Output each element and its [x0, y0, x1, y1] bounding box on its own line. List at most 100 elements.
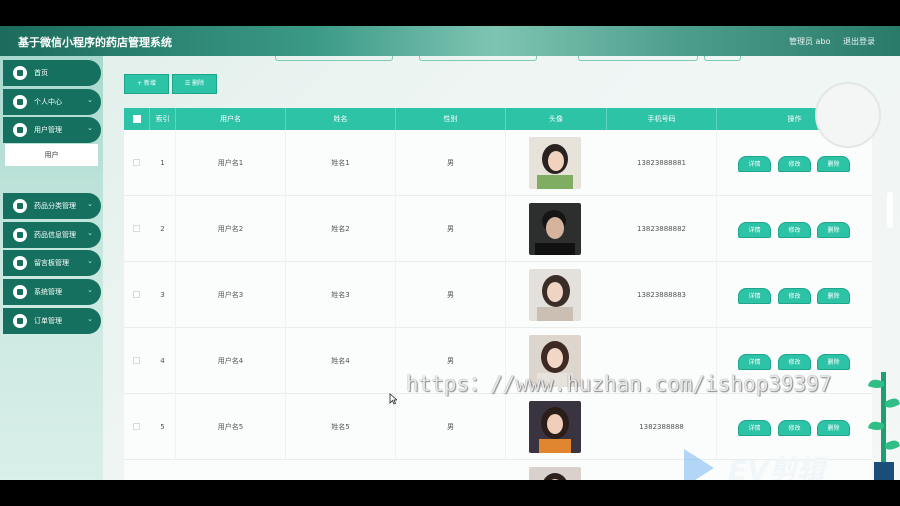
- batch-delete-button[interactable]: ☰ 删除: [172, 74, 217, 94]
- avatar: [529, 269, 581, 321]
- detail-button[interactable]: 详情: [738, 288, 771, 304]
- app-title: 基于微信小程序的药店管理系统: [18, 36, 172, 49]
- detail-button[interactable]: 详情: [738, 156, 771, 172]
- table-row: 1 用户名1 姓名1 男 13823888881 详情 修改 删除: [124, 130, 872, 196]
- select-all-checkbox[interactable]: [133, 115, 141, 123]
- clock-decoration: [815, 82, 881, 148]
- delete-button[interactable]: 删除: [817, 420, 850, 436]
- sidebar-item-messages[interactable]: 留言板管理 ⌄: [3, 250, 101, 276]
- chevron-down-icon: ⌄: [87, 286, 93, 294]
- cell-username: 用户名1: [176, 130, 286, 196]
- row-checkbox[interactable]: [133, 357, 140, 364]
- row-checkbox[interactable]: [133, 291, 140, 298]
- sidebar-item-users[interactable]: 用户管理 ⌄: [3, 117, 101, 143]
- main-content: + 新增 ☰ 删除 索引 用户名 姓名 性别 头像 手机号码 操作 1 用户名1…: [103, 56, 900, 480]
- cell-index: 5: [150, 394, 176, 460]
- search-button-edge: [704, 56, 741, 61]
- category-icon: [13, 199, 27, 213]
- sidebar-item-label: 系统管理: [34, 288, 62, 296]
- chevron-down-icon: ⌄: [87, 96, 93, 104]
- cell-phone: 13823888882: [607, 196, 717, 262]
- edit-button[interactable]: 修改: [778, 420, 811, 436]
- cell-name: 姓名5: [286, 394, 396, 460]
- sidebar-subitem-users[interactable]: 用户: [5, 144, 98, 166]
- cell-name: 姓名3: [286, 262, 396, 328]
- delete-button[interactable]: 删除: [817, 156, 850, 172]
- add-button[interactable]: + 新增: [124, 74, 169, 94]
- users-table: 索引 用户名 姓名 性别 头像 手机号码 操作 1 用户名1 姓名1 男 138…: [124, 108, 872, 480]
- delete-button[interactable]: 删除: [817, 222, 850, 238]
- search-field-edge: [419, 56, 537, 61]
- sidebar-item-system[interactable]: 系统管理 ⌄: [3, 279, 101, 305]
- sidebar-item-label: 订单管理: [34, 317, 62, 325]
- detail-button[interactable]: 详情: [738, 420, 771, 436]
- sidebar-item-label: 药品分类管理: [34, 202, 76, 210]
- chart-icon: [13, 228, 27, 242]
- cell-name: 姓名2: [286, 196, 396, 262]
- cell-username: 用户名2: [176, 196, 286, 262]
- sidebar-item-home[interactable]: 首页: [3, 60, 101, 86]
- admin-label: 管理员 abo: [789, 37, 831, 46]
- cell-gender: 男: [396, 262, 506, 328]
- cell-username: 用户名5: [176, 394, 286, 460]
- cell-name: 姓名4: [286, 328, 396, 394]
- top-header: 基于微信小程序的药店管理系统 管理员 abo 退出登录: [0, 26, 900, 56]
- header-index: 索引: [150, 108, 176, 130]
- avatar: [529, 467, 581, 480]
- edit-button[interactable]: 修改: [778, 288, 811, 304]
- avatar: [529, 137, 581, 189]
- edit-button[interactable]: 修改: [778, 156, 811, 172]
- delete-button[interactable]: 删除: [817, 288, 850, 304]
- detail-button[interactable]: 详情: [738, 222, 771, 238]
- cell-index: 4: [150, 328, 176, 394]
- edit-button[interactable]: 修改: [778, 222, 811, 238]
- cell-gender: 男: [396, 196, 506, 262]
- row-checkbox[interactable]: [133, 159, 140, 166]
- header-avatar: 头像: [506, 108, 607, 130]
- row-checkbox[interactable]: [133, 423, 140, 430]
- header-phone: 手机号码: [607, 108, 717, 130]
- sidebar-item-label: 药品信息管理: [34, 231, 76, 239]
- row-checkbox[interactable]: [133, 225, 140, 232]
- sidebar-item-drug-info[interactable]: 药品信息管理 ⌄: [3, 222, 101, 248]
- search-field-edge: [275, 56, 393, 61]
- table-row: 2 用户名2 姓名2 男 13823888882 详情 修改 删除: [124, 196, 872, 262]
- plant-decoration: [868, 372, 900, 480]
- sidebar-item-profile[interactable]: 个人中心 ⌄: [3, 89, 101, 115]
- header-select: [124, 108, 150, 130]
- watermark-text: https：//www.huzhan.com/ishop39397: [406, 372, 832, 396]
- cell-username: 用户名3: [176, 262, 286, 328]
- header-username: 用户名: [176, 108, 286, 130]
- scrollbar-thumb[interactable]: [887, 192, 893, 228]
- chevron-down-icon: ⌄: [87, 315, 93, 323]
- sidebar-item-label: 个人中心: [34, 98, 62, 106]
- app-window: 基于微信小程序的药店管理系统 管理员 abo 退出登录 首页 个人中心 ⌄ 用户…: [0, 26, 900, 480]
- header-gender: 性别: [396, 108, 506, 130]
- header-name: 姓名: [286, 108, 396, 130]
- cell-index: 2: [150, 196, 176, 262]
- avatar: [529, 203, 581, 255]
- play-icon: [684, 449, 714, 480]
- logout-link[interactable]: 退出登录: [843, 36, 875, 47]
- table-header: 索引 用户名 姓名 性别 头像 手机号码 操作: [124, 108, 872, 130]
- users-icon: [13, 123, 27, 137]
- cell-gender: 男: [396, 394, 506, 460]
- sidebar-item-label: 用户管理: [34, 126, 62, 134]
- cell-index: 1: [150, 130, 176, 196]
- sidebar-item-orders[interactable]: 订单管理 ⌄: [3, 308, 101, 334]
- grid-icon: [13, 285, 27, 299]
- chevron-down-icon: ⌄: [87, 200, 93, 208]
- cell-gender: 男: [396, 130, 506, 196]
- cell-phone: 13823888883: [607, 262, 717, 328]
- ev-brand-text: EV剪辑: [728, 454, 825, 480]
- cell-username: 用户名4: [176, 328, 286, 394]
- search-field-edge: [578, 56, 698, 61]
- grid-icon: [13, 256, 27, 270]
- home-icon: [13, 66, 27, 80]
- sidebar-item-label: 留言板管理: [34, 259, 69, 267]
- grid-icon: [13, 314, 27, 328]
- cell-name: 姓名1: [286, 130, 396, 196]
- sidebar-item-drug-category[interactable]: 药品分类管理 ⌄: [3, 193, 101, 219]
- avatar: [529, 401, 581, 453]
- person-icon: [13, 95, 27, 109]
